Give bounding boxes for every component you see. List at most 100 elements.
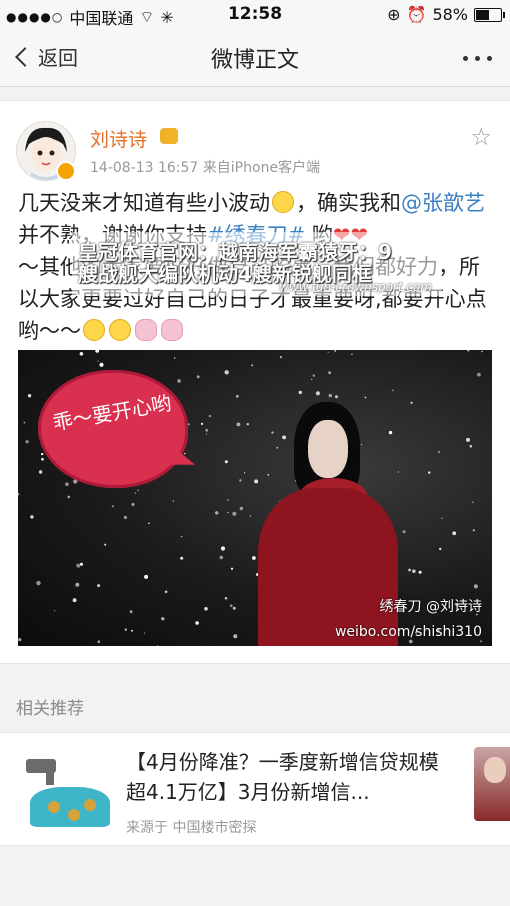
snow-flake [129, 610, 133, 614]
snow-flake [251, 364, 254, 367]
more-button[interactable] [463, 56, 492, 61]
snow-flake [196, 375, 200, 379]
snow-flake [408, 568, 411, 572]
snow-flake [157, 645, 159, 646]
faucet-neck [46, 767, 54, 785]
snow-flake [187, 423, 190, 426]
snow-flake [41, 457, 44, 461]
rotation-lock-icon: ⊕ [387, 5, 401, 24]
snow-flake [311, 378, 313, 381]
back-button[interactable]: 返回 [14, 42, 78, 71]
verified-badge-icon [56, 161, 76, 181]
snow-flake [224, 460, 228, 464]
chevron-left-icon [15, 46, 35, 67]
snow-flake [397, 471, 400, 473]
status-right: ⊕ ⏰ 58% [387, 5, 505, 24]
related-headline: 【4月份降准？一季度新增信贷规模超4.1万亿】3月份新增信... [126, 750, 439, 804]
snow-flake [361, 444, 363, 446]
battery-fill [476, 9, 489, 20]
snow-flake [409, 639, 413, 644]
snow-flake [195, 621, 199, 625]
snow-flake [131, 629, 133, 632]
snow-flake [232, 606, 236, 610]
snow-flake [174, 357, 176, 359]
snow-flake [328, 371, 331, 375]
more-dot-icon [487, 56, 492, 61]
snow-flake [279, 356, 282, 359]
water-splash [30, 787, 110, 827]
snow-flake [232, 511, 237, 516]
snow-flake [27, 394, 32, 398]
status-bar: ●●●●○ 中国联通 ⌔ ✳ 12:58 ⊕ ⏰ 58% [0, 0, 510, 30]
snow-flake [312, 374, 315, 377]
snow-flake [410, 401, 413, 404]
grin-emoji-icon [83, 319, 105, 341]
coin-icon [48, 801, 60, 813]
snow-flake [473, 584, 478, 589]
grin-emoji-icon [109, 319, 131, 341]
post-text-part: 几天没来才知道有些小波动 [18, 191, 270, 215]
snow-flake [328, 393, 332, 398]
snow-flake [67, 495, 71, 499]
snow-flake [208, 414, 212, 418]
related-source: 来源于 中国楼市密探 [126, 820, 257, 836]
snow-flake [18, 638, 22, 642]
post-timestamp: 14-08-13 16:57 [90, 160, 199, 176]
snow-flake [230, 567, 234, 570]
snow-flake [205, 433, 208, 435]
snow-flake [441, 517, 443, 519]
back-label: 返回 [38, 46, 78, 70]
snow-flake [219, 555, 224, 560]
snow-flake [111, 505, 114, 508]
snow-flake [75, 582, 80, 587]
snow-flake [298, 390, 302, 395]
snow-flake [249, 515, 252, 517]
snow-flake [236, 422, 241, 427]
snow-flake [23, 421, 26, 424]
snow-flake [227, 499, 229, 501]
snow-flake [177, 379, 181, 383]
snow-flake [402, 530, 406, 534]
snow-flake [227, 512, 229, 514]
snow-flake [334, 350, 337, 352]
snow-flake [80, 562, 83, 566]
snow-flake [97, 584, 101, 588]
related-article[interactable]: 【4月份降准？一季度新增信贷规模超4.1万亿】3月份新增信... 来源于 中国楼… [0, 732, 510, 846]
snow-flake [480, 640, 483, 643]
mention-link[interactable]: @张歆艺 [401, 191, 485, 215]
snow-flake [439, 547, 442, 551]
related-thumbnail [18, 753, 112, 829]
snow-flake [18, 492, 20, 496]
snow-flake [412, 569, 416, 573]
snow-flake [477, 372, 481, 377]
snow-flake [438, 451, 441, 453]
snow-flake [224, 596, 228, 600]
post-image[interactable]: 乖～要开心哟 绣春刀 @刘诗诗 weibo.com/shishi310 [18, 350, 492, 646]
snow-flake [41, 452, 44, 456]
snow-flake [327, 351, 329, 353]
overlay-url: www.fun-crownsport.com [279, 280, 432, 294]
image-watermark: weibo.com/shishi310 [334, 624, 482, 640]
snow-flake [148, 522, 150, 525]
snow-flake [144, 574, 149, 579]
snow-flake [200, 422, 204, 425]
user-name[interactable]: 刘诗诗 [90, 125, 147, 152]
snow-flake [123, 515, 127, 519]
snow-flake [97, 360, 99, 362]
coin-icon [68, 809, 80, 821]
snow-flake [364, 396, 367, 399]
favorite-star-icon[interactable]: ☆ [470, 123, 492, 151]
snow-flake [428, 471, 431, 474]
snow-flake [276, 447, 279, 449]
smile-emoji-icon [272, 191, 294, 213]
snow-flake [76, 563, 81, 568]
snow-flake [271, 431, 274, 434]
snow-flake [205, 428, 209, 432]
snow-flake [467, 350, 470, 352]
next-thumbnail-face [484, 757, 506, 783]
snow-flake [472, 501, 474, 503]
snow-flake [335, 395, 338, 399]
post-meta: 14-08-13 16:57 来自iPhone客户端 [90, 157, 320, 177]
snow-flake [388, 430, 393, 435]
snow-flake [134, 492, 137, 494]
